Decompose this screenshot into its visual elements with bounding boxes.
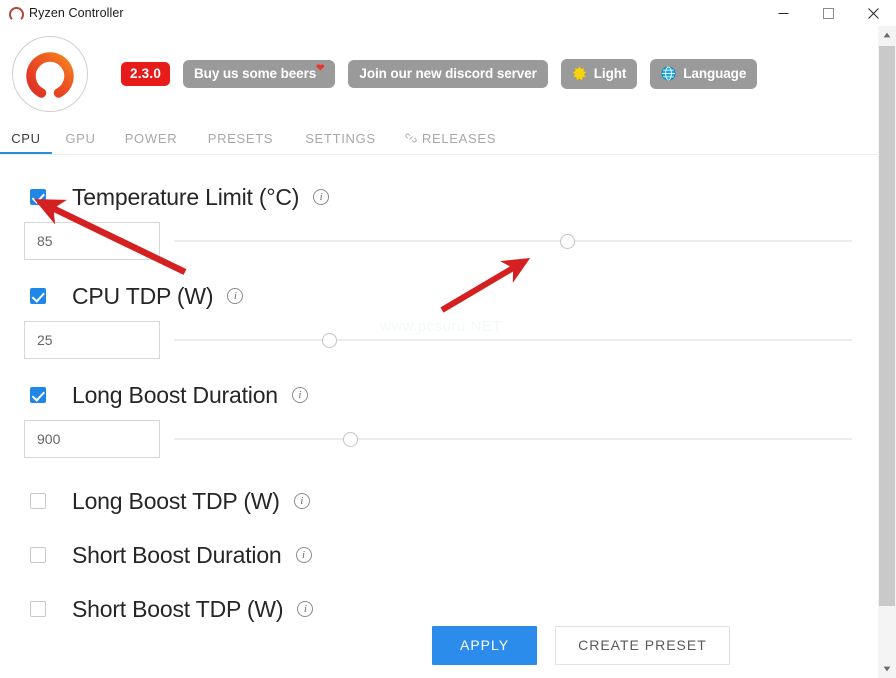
info-icon[interactable]: i xyxy=(297,601,314,617)
long-boost-duration-input[interactable] xyxy=(24,420,160,458)
cpu-tdp-checkbox[interactable] xyxy=(30,288,46,304)
ryzen-logo-icon xyxy=(8,6,22,20)
setting-row-long-boost-tdp: Long Boost TDP (W) i xyxy=(0,484,878,518)
cpu-tdp-input[interactable] xyxy=(24,321,160,359)
info-icon[interactable]: i xyxy=(227,288,244,304)
tab-releases[interactable]: RELEASES xyxy=(393,122,508,154)
tab-presets[interactable]: PRESETS xyxy=(193,122,288,154)
app-header: 2.3.0 Buy us some beers ❤ Join our new d… xyxy=(0,26,878,122)
tab-gpu[interactable]: GPU xyxy=(52,122,109,154)
long-boost-tdp-label: Long Boost TDP (W) xyxy=(72,487,280,514)
info-icon[interactable]: i xyxy=(293,493,310,509)
window-controls xyxy=(761,0,896,26)
minimize-icon[interactable] xyxy=(761,0,806,26)
long-boost-duration-controls xyxy=(0,412,878,466)
discord-button[interactable]: Join our new discord server xyxy=(348,59,548,89)
cpu-tdp-label: CPU TDP (W) xyxy=(72,282,214,309)
window-title: Ryzen Controller xyxy=(29,6,124,20)
cpu-tdp-slider-thumb[interactable] xyxy=(322,332,338,348)
setting-row-cpu-tdp: CPU TDP (W) i xyxy=(0,279,878,313)
short-boost-duration-checkbox[interactable] xyxy=(30,547,46,563)
setting-row-long-boost-duration: Long Boost Duration i xyxy=(0,378,878,412)
tab-cpu[interactable]: CPU xyxy=(0,122,52,154)
cpu-tdp-slider[interactable] xyxy=(174,321,852,359)
theme-toggle-button[interactable]: Light xyxy=(560,59,638,89)
short-boost-tdp-label: Short Boost TDP (W) xyxy=(72,595,284,622)
tab-power[interactable]: POWER xyxy=(109,122,193,154)
tab-releases-label: RELEASES xyxy=(421,130,497,146)
theme-toggle-label: Light xyxy=(593,65,627,81)
temperature-limit-checkbox[interactable] xyxy=(30,189,46,205)
long-boost-duration-label: Long Boost Duration xyxy=(72,381,278,408)
close-icon[interactable] xyxy=(851,0,896,26)
temperature-limit-input[interactable] xyxy=(24,222,160,260)
long-boost-tdp-checkbox[interactable] xyxy=(30,493,46,509)
tab-presets-label: PRESETS xyxy=(207,130,274,146)
short-boost-tdp-checkbox[interactable] xyxy=(30,601,46,617)
action-bar: APPLY CREATE PRESET xyxy=(414,612,878,678)
language-button[interactable]: Language xyxy=(650,59,758,89)
slider-track xyxy=(174,240,852,242)
info-icon[interactable]: i xyxy=(295,547,312,563)
version-badge: 2.3.0 xyxy=(121,61,171,87)
slider-track xyxy=(174,339,852,341)
apply-button[interactable]: APPLY xyxy=(432,625,538,665)
tab-settings-label: SETTINGS xyxy=(305,130,376,146)
info-icon[interactable]: i xyxy=(291,387,308,403)
tab-gpu-label: GPU xyxy=(65,130,96,146)
temperature-limit-slider-thumb[interactable] xyxy=(559,233,575,249)
tab-power-label: POWER xyxy=(124,130,178,146)
info-icon[interactable]: i xyxy=(313,189,330,205)
app-logo xyxy=(12,36,88,112)
temperature-limit-label: Temperature Limit (°C) xyxy=(72,183,300,210)
tab-bar: CPU GPU POWER PRESETS SETTINGS RELEASES xyxy=(0,122,878,155)
scroll-up-icon[interactable] xyxy=(878,26,896,44)
tab-cpu-label: CPU xyxy=(11,130,41,146)
donate-button[interactable]: Buy us some beers ❤ xyxy=(183,59,336,89)
title-bar: Ryzen Controller xyxy=(0,0,896,26)
donate-button-label: Buy us some beers xyxy=(194,65,317,81)
scroll-down-icon[interactable] xyxy=(878,660,896,678)
vertical-scrollbar[interactable] xyxy=(878,26,896,678)
ryzen-controller-logo-icon xyxy=(25,49,75,99)
setting-row-short-boost-duration: Short Boost Duration i xyxy=(0,538,878,572)
temperature-limit-slider[interactable] xyxy=(174,222,852,260)
short-boost-duration-label: Short Boost Duration xyxy=(72,541,282,568)
ryzen-controller-window: Ryzen Controller 2.3.0 Buy us some beers… xyxy=(0,0,896,678)
scrollbar-thumb[interactable] xyxy=(879,46,895,606)
long-boost-duration-checkbox[interactable] xyxy=(30,387,46,403)
heart-icon: ❤ xyxy=(316,62,325,74)
setting-row-temperature-limit: Temperature Limit (°C) i xyxy=(0,180,878,214)
long-boost-duration-slider[interactable] xyxy=(174,420,852,458)
link-icon xyxy=(405,132,417,144)
cpu-tdp-controls xyxy=(0,313,878,367)
tab-settings[interactable]: SETTINGS xyxy=(288,122,393,154)
discord-button-label: Join our new discord server xyxy=(359,65,537,81)
create-preset-button[interactable]: CREATE PRESET xyxy=(555,625,730,665)
temperature-limit-controls xyxy=(0,214,878,268)
long-boost-duration-slider-thumb[interactable] xyxy=(342,431,358,447)
maximize-icon[interactable] xyxy=(806,0,851,26)
globe-icon xyxy=(661,66,676,81)
sun-icon xyxy=(572,66,587,81)
slider-track xyxy=(174,438,852,440)
language-button-label: Language xyxy=(683,65,747,81)
cpu-settings-panel: Temperature Limit (°C) i CPU TDP (W) i xyxy=(0,156,878,678)
